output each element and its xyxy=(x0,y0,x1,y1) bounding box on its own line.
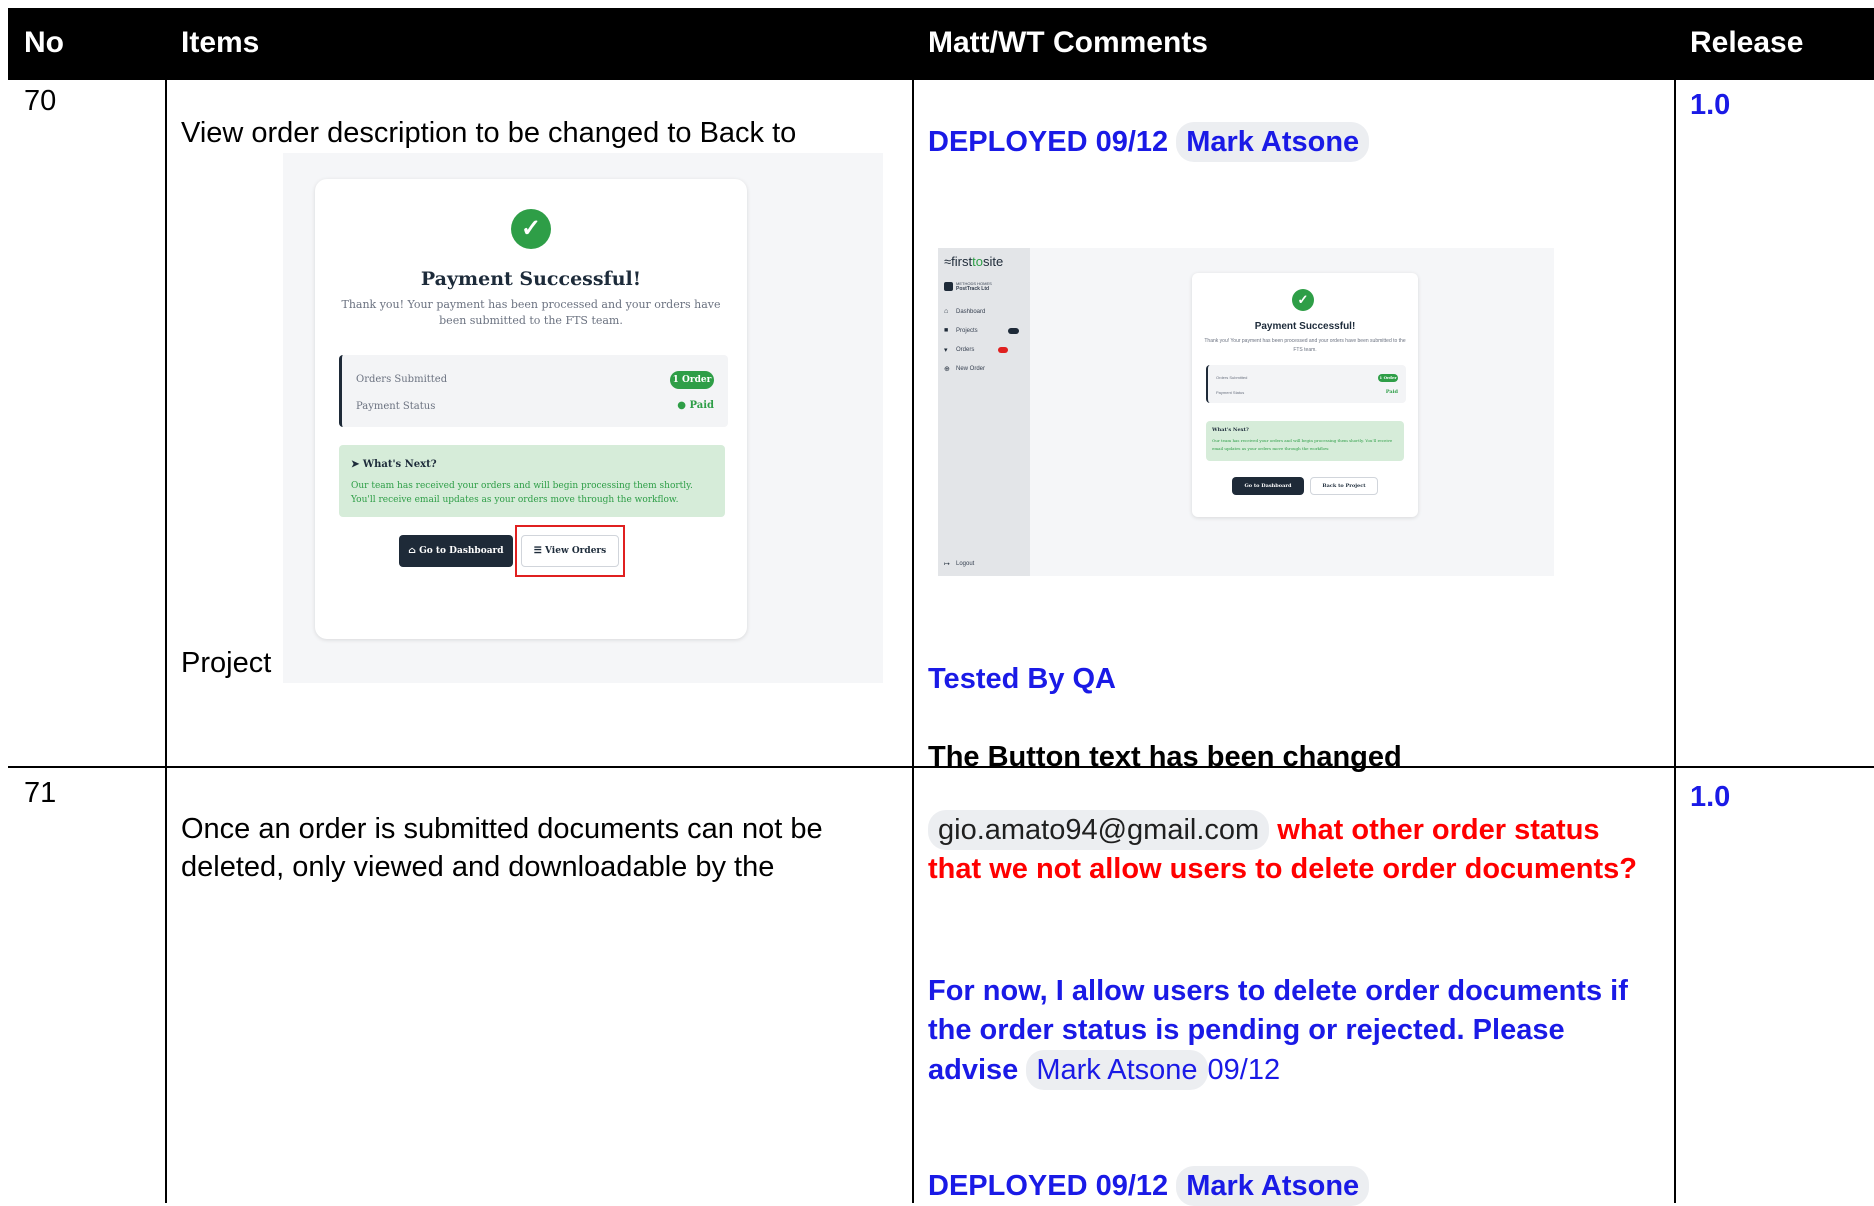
header-no: No xyxy=(24,26,64,59)
whats-next-text: Our team has received your orders and wi… xyxy=(1212,438,1393,451)
paid-status: ● Paid xyxy=(677,400,714,411)
success-check-icon: ✓ xyxy=(1292,289,1314,311)
column-divider xyxy=(1674,80,1676,1203)
order-summary: Orders Submitted 1 Order Payment Status … xyxy=(1206,365,1406,403)
paid-status: Paid xyxy=(1385,389,1398,395)
projects-badge xyxy=(1008,328,1019,334)
deployed-note: DEPLOYED 09/12 Mark Atsone xyxy=(928,1166,1370,1206)
nav-new-order[interactable]: New Order xyxy=(956,366,985,372)
column-divider xyxy=(165,80,167,1203)
reply-comment: For now, I allow users to delete order d… xyxy=(928,972,1628,1090)
row-number: 71 xyxy=(24,777,57,809)
success-check-icon: ✓ xyxy=(511,209,551,249)
item-description: View order description to be changed to … xyxy=(181,117,797,149)
release-version: 1.0 xyxy=(1690,89,1731,121)
mention-chip[interactable]: Mark Atsone xyxy=(1176,1166,1370,1206)
item-description: Once an order is submitted documents can… xyxy=(181,813,823,845)
order-summary: Orders Submitted 1 Order Payment Status … xyxy=(339,355,728,427)
orders-submitted-label: Orders Submitted xyxy=(356,374,448,385)
question-comment: gio.amato94@gmail.com what other order s… xyxy=(928,810,1648,889)
mention-chip[interactable]: Mark Atsone xyxy=(1176,122,1370,162)
cart-icon: ▾ xyxy=(944,347,948,354)
plus-icon: ⊕ xyxy=(944,366,950,373)
back-to-project-button[interactable]: Back to Project xyxy=(1310,477,1378,495)
home-icon: ⌂ xyxy=(944,308,949,315)
orders-count-badge: 1 Order xyxy=(1378,374,1398,382)
screenshot-before: ✓ Payment Successful! Thank you! Your pa… xyxy=(283,153,883,683)
whats-next-title: What's Next? xyxy=(1212,427,1249,433)
result-note: The Button text has been changed xyxy=(928,741,1402,773)
go-to-dashboard-label: Go to Dashboard xyxy=(419,546,504,556)
whats-next-text: Our team has received your orders and wi… xyxy=(351,481,693,505)
payment-subtitle: Thank you! Your payment has been process… xyxy=(341,298,721,327)
row-number: 70 xyxy=(24,85,57,117)
mention-chip[interactable]: Mark Atsone xyxy=(1026,1050,1208,1090)
column-divider xyxy=(912,80,914,1203)
whats-next-box: ➤ What's Next? Our team has received you… xyxy=(339,445,725,517)
deployed-note: DEPLOYED 09/12 Mark Atsone xyxy=(928,122,1370,162)
paid-status-text: Paid xyxy=(689,400,714,411)
release-version: 1.0 xyxy=(1690,781,1731,813)
highlight-box xyxy=(515,525,625,577)
orders-count-badge: 1 Order xyxy=(670,371,714,389)
go-to-dashboard-button[interactable]: Go to Dashboard xyxy=(1232,477,1304,495)
tracker-table: No Items Matt/WT Comments Release 70 Vie… xyxy=(8,8,1874,1206)
header-comments: Matt/WT Comments xyxy=(928,26,1208,59)
payment-title: Payment Successful! xyxy=(420,268,642,290)
header-items: Items xyxy=(181,26,260,59)
payment-status-label: Payment Status xyxy=(1216,390,1245,395)
payment-title: Payment Successful! xyxy=(1254,321,1356,332)
item-description-cont: Project xyxy=(181,647,272,679)
nav-orders[interactable]: Orders xyxy=(956,347,974,353)
whats-next-title-text: What's Next? xyxy=(362,459,437,470)
orders-badge xyxy=(998,347,1008,353)
tested-note: Tested By QA xyxy=(928,663,1117,695)
payment-subtitle: Thank you! Your payment has been process… xyxy=(1204,338,1406,353)
logout-icon: ↦ xyxy=(944,561,950,568)
nav-dashboard[interactable]: Dashboard xyxy=(956,309,985,315)
account-name: PostTrack Ltd xyxy=(956,286,990,292)
payment-status-label: Payment Status xyxy=(356,401,436,412)
whats-next-box: What's Next? Our team has received your … xyxy=(1206,421,1404,461)
item-description-cont: deleted, only viewed and downloadable by… xyxy=(181,851,775,883)
reply-date: 09/12 xyxy=(1207,1054,1281,1086)
payment-card-small: ✓ Payment Successful! Thank you! Your pa… xyxy=(1192,273,1418,517)
nav-projects[interactable]: Projects xyxy=(956,328,978,334)
whats-next-title: ➤ What's Next? xyxy=(351,459,437,470)
folder-icon: ■ xyxy=(944,327,949,334)
payment-card: ✓ Payment Successful! Thank you! Your pa… xyxy=(315,179,747,639)
header-release: Release xyxy=(1690,26,1804,59)
nav-logout[interactable]: Logout xyxy=(956,561,974,567)
account-icon xyxy=(944,282,953,291)
app-sidebar: ≈firsttosite METHODS HOMES PostTrack Ltd… xyxy=(938,248,1030,576)
orders-submitted-label: Orders Submitted xyxy=(1216,375,1248,380)
screenshot-after: ≈firsttosite METHODS HOMES PostTrack Ltd… xyxy=(938,248,1554,576)
table-header: No Items Matt/WT Comments Release xyxy=(8,8,1874,80)
deployed-text: DEPLOYED 09/12 xyxy=(928,1170,1169,1202)
go-to-dashboard-button[interactable]: ⌂ Go to Dashboard xyxy=(399,535,513,567)
mention-chip[interactable]: gio.amato94@gmail.com xyxy=(928,810,1270,850)
deployed-text: DEPLOYED 09/12 xyxy=(928,126,1169,158)
brand-logo: ≈firsttosite xyxy=(944,254,1004,269)
